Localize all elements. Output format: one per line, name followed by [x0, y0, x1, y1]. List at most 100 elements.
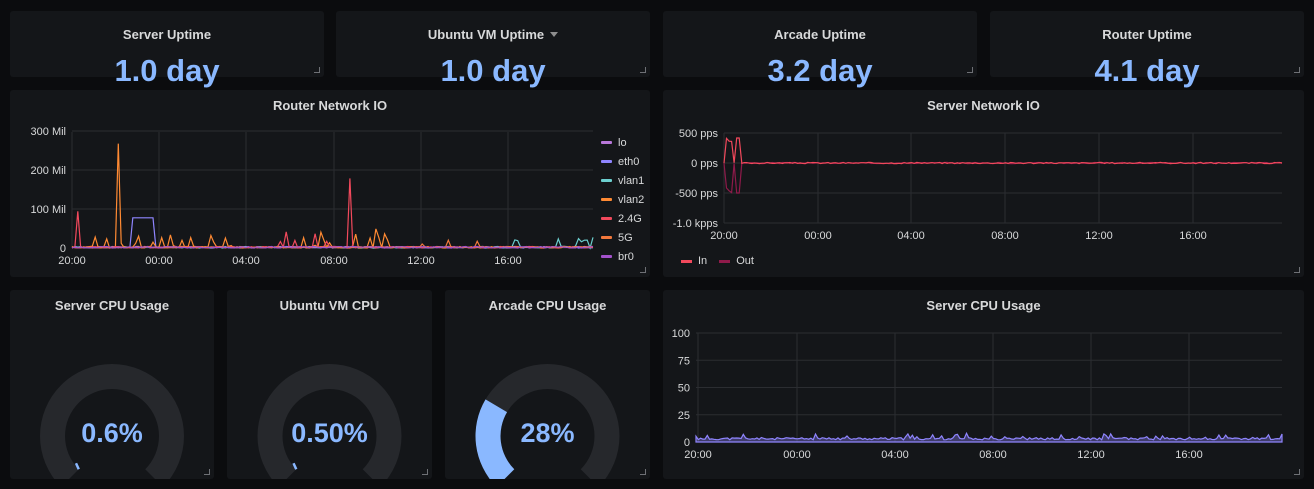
x-tick-label: 04:00 — [897, 230, 925, 242]
legend-swatch — [719, 259, 731, 263]
x-tick-label: 16:00 — [494, 255, 522, 267]
x-tick-label: 16:00 — [1179, 230, 1207, 242]
stat-panel-arcade-uptime[interactable]: Arcade Uptime 3.2 day — [663, 11, 977, 88]
x-tick-label: 12:00 — [1085, 230, 1113, 242]
legend-item[interactable]: vlan1 — [601, 171, 644, 190]
legend-label[interactable]: vlan2 — [618, 194, 644, 206]
graph-panel-server-cpu-usage[interactable]: Server CPU Usage 0 25 50 75 100 20:00 00:00 04:… — [663, 290, 1304, 479]
resize-handle-icon[interactable] — [314, 67, 320, 73]
legend-swatch — [601, 141, 612, 144]
series-line-eth0 — [71, 217, 594, 249]
legend-item[interactable]: In — [681, 255, 707, 267]
y-tick-label: 75 — [678, 355, 690, 367]
x-tick-label: 00:00 — [804, 230, 832, 242]
server-cpu-chart[interactable]: 0 25 50 75 100 20:00 00:00 04:00 08:00 12:00 16:00 — [663, 290, 1304, 479]
resize-handle-icon[interactable] — [1294, 267, 1300, 273]
x-tick-label: 12:00 — [407, 255, 435, 267]
graph-panel-router-network-io[interactable]: Router Network IO 0 100 Mil 200 Mil 300 Mil… — [10, 90, 650, 277]
legend-label[interactable]: Out — [736, 255, 754, 267]
stat-value: 1.0 day — [114, 53, 220, 88]
router-network-chart[interactable]: 0 100 Mil 200 Mil 300 Mil 20:00 00:00 04:00 08:… — [10, 90, 650, 277]
y-tick-label: 0 pps — [691, 158, 718, 170]
chevron-down-icon[interactable] — [550, 32, 559, 37]
stat-value: 1.0 day — [440, 53, 546, 88]
y-tick-label: 300 Mil — [31, 126, 66, 138]
x-tick-label: 08:00 — [979, 449, 1007, 461]
x-tick-label: 16:00 — [1175, 449, 1203, 461]
y-tick-label: 100 — [672, 328, 690, 340]
gauge-value: 0.6% — [81, 418, 143, 448]
legend-swatch — [601, 255, 612, 258]
gauge-dial — [475, 364, 620, 479]
legend-item[interactable]: 2.4G — [601, 209, 644, 228]
panel-title[interactable]: Server Uptime — [10, 27, 324, 42]
resize-handle-icon[interactable] — [640, 67, 646, 73]
x-tick-label: 20:00 — [710, 230, 738, 242]
stat-value: 3.2 day — [767, 53, 873, 88]
x-tick-label: 04:00 — [881, 449, 909, 461]
legend-item[interactable]: 5G — [601, 228, 644, 247]
resize-handle-icon[interactable] — [1294, 67, 1300, 73]
legend-swatch — [601, 236, 612, 239]
legend-item[interactable]: Out — [719, 255, 754, 267]
legend-label[interactable]: In — [698, 255, 707, 267]
stat-panel-server-uptime[interactable]: Server Uptime 1.0 day — [10, 11, 324, 88]
legend-swatch — [601, 217, 612, 220]
panel-title[interactable]: Router Uptime — [990, 27, 1304, 42]
resize-handle-icon[interactable] — [204, 469, 210, 475]
legend-label[interactable]: lo — [618, 137, 627, 149]
legend-swatch — [681, 259, 692, 263]
server-network-chart[interactable]: 500 pps 0 pps -500 pps -1.0 kpps20:00 00:00 0… — [663, 90, 1304, 277]
graph-panel-server-network-io[interactable]: Server Network IO 500 pps 0 pps -500 pps -1… — [663, 90, 1304, 277]
legend-label[interactable]: br0 — [618, 251, 634, 263]
series-line-in — [723, 137, 1283, 165]
series-line-2.4G — [71, 178, 594, 250]
stat-panel-router-uptime[interactable]: Router Uptime 4.1 day — [990, 11, 1304, 88]
panel-title-with-menu[interactable]: Ubuntu VM Uptime — [336, 27, 650, 42]
y-tick-label: -500 pps — [675, 188, 718, 200]
legend-label[interactable]: 5G — [618, 232, 633, 244]
legend-label[interactable]: eth0 — [618, 156, 639, 168]
y-tick-label: 100 Mil — [31, 204, 66, 216]
gauge-value: 0.50% — [291, 418, 368, 448]
y-tick-label: -1.0 kpps — [673, 218, 719, 230]
cpu-area — [695, 431, 1283, 443]
gauge-panel-server-cpu[interactable]: Server CPU Usage 0.6% — [10, 290, 214, 479]
y-tick-label: 0 — [684, 437, 690, 449]
x-tick-label: 00:00 — [145, 255, 173, 267]
resize-handle-icon[interactable] — [640, 469, 646, 475]
legend-item[interactable]: eth0 — [601, 152, 644, 171]
gauge-dial — [257, 364, 402, 479]
legend-swatch — [601, 160, 612, 163]
x-tick-label: 20:00 — [684, 449, 712, 461]
resize-handle-icon[interactable] — [422, 469, 428, 475]
legend-label[interactable]: 2.4G — [618, 213, 642, 225]
y-tick-label: 500 pps — [679, 128, 719, 140]
legend-label[interactable]: vlan1 — [618, 175, 644, 187]
gauge-dial — [40, 364, 185, 479]
chart-legend: In Out — [681, 255, 766, 267]
x-tick-label: 08:00 — [991, 230, 1019, 242]
stat-panel-ubuntu-vm-uptime[interactable]: Ubuntu VM Uptime 1.0 day — [336, 11, 650, 88]
legend-item[interactable]: vlan2 — [601, 190, 644, 209]
gauge-panel-arcade-cpu[interactable]: Arcade CPU Usage 28% — [445, 290, 650, 479]
x-tick-label: 12:00 — [1077, 449, 1105, 461]
x-tick-label: 20:00 — [58, 255, 86, 267]
y-tick-label: 0 — [60, 243, 66, 255]
y-tick-label: 25 — [678, 410, 690, 422]
legend-item[interactable]: br0 — [601, 247, 644, 266]
gauge-panel-ubuntu-vm-cpu[interactable]: Ubuntu VM CPU 0.50% — [227, 290, 432, 479]
series-line-out — [723, 161, 1283, 194]
resize-handle-icon[interactable] — [640, 267, 646, 273]
legend-swatch — [601, 198, 612, 201]
stat-value: 4.1 day — [1094, 53, 1200, 88]
panel-title[interactable]: Ubuntu VM Uptime — [428, 27, 544, 42]
chart-legend: lo eth0 vlan1 vlan2 2.4G 5G br0 — [601, 133, 644, 266]
resize-handle-icon[interactable] — [1294, 469, 1300, 475]
panel-title[interactable]: Arcade Uptime — [663, 27, 977, 42]
y-tick-label: 200 Mil — [31, 165, 66, 177]
x-tick-label: 00:00 — [783, 449, 811, 461]
resize-handle-icon[interactable] — [967, 67, 973, 73]
legend-swatch — [601, 179, 612, 182]
legend-item[interactable]: lo — [601, 133, 644, 152]
